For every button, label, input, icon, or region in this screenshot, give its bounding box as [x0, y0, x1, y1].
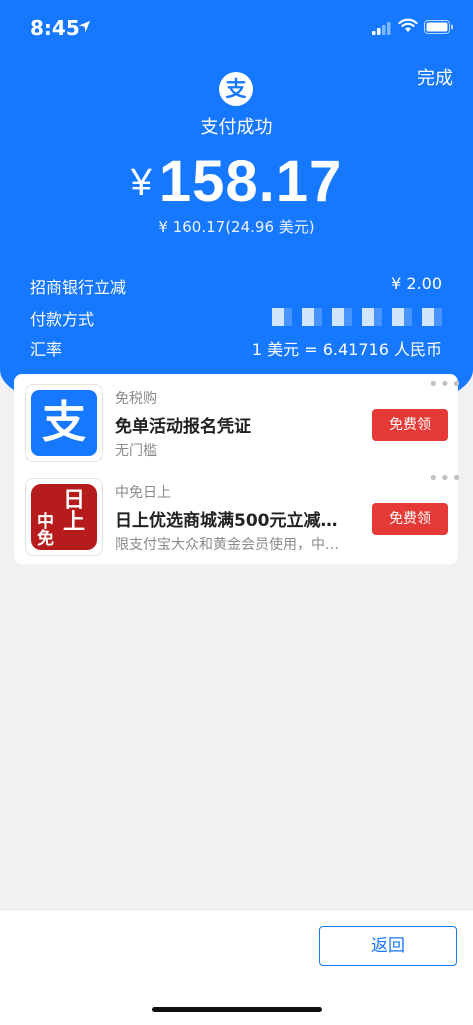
amount-value: 158.17: [158, 149, 343, 214]
promo-card: 支 免税购 免单活动报名凭证 无门槛 免费领 ••• 日上 中免 中免日上 日上…: [14, 374, 462, 564]
status-time: 8:45: [30, 16, 80, 40]
more-options-icon[interactable]: •••: [428, 468, 463, 489]
discount-label: 招商银行立减: [30, 278, 127, 297]
promo-desc: 限支付宝大众和黄金会员使用，中…: [115, 537, 339, 553]
more-options-icon[interactable]: •••: [428, 374, 463, 395]
exchange-rate-row: 汇率 1 美元 = 6.41716 人民币: [30, 336, 442, 360]
header-background: [0, 0, 473, 430]
alipay-icon: 支: [31, 390, 97, 456]
promo-title: 日上优选商城满500元立减…: [115, 511, 338, 531]
payment-method-redacted: [272, 308, 442, 326]
promo-item[interactable]: 日上 中免 中免日上 日上优选商城满500元立减… 限支付宝大众和黄金会员使用，…: [14, 468, 462, 556]
bottom-bar: 返回: [0, 909, 473, 1025]
seal-text-bottom: 中免: [37, 512, 54, 549]
payment-success-title: 支付成功: [200, 117, 273, 138]
return-button[interactable]: 返回: [319, 926, 457, 966]
original-amount: ¥ 160.17(24.96 美元): [158, 218, 315, 236]
battery-icon: [424, 20, 453, 34]
promo-item[interactable]: 支 免税购 免单活动报名凭证 无门槛 免费领 •••: [14, 374, 462, 462]
alipay-logo-icon: 支: [219, 72, 253, 106]
currency-symbol: ¥: [130, 162, 153, 204]
claim-free-button[interactable]: 免费领: [372, 409, 448, 441]
exchange-rate-label: 汇率: [30, 340, 63, 359]
promo-icon-frame: 日上 中免: [25, 478, 103, 556]
location-arrow-icon: [78, 20, 91, 33]
exchange-rate-value: 1 美元 = 6.41716 人民币: [251, 340, 442, 359]
seal-text-top: 日上: [63, 488, 86, 535]
promo-desc: 无门槛: [115, 443, 157, 459]
done-button[interactable]: 完成: [417, 64, 453, 90]
cdf-seal-icon: 日上 中免: [31, 484, 97, 550]
cellular-signal-icon: [372, 22, 391, 35]
home-indicator: [152, 1007, 322, 1012]
status-bar: 8:45: [0, 0, 473, 56]
discount-value: ¥ 2.00: [391, 274, 442, 293]
payment-method-row: 付款方式: [30, 306, 442, 330]
claim-free-button[interactable]: 免费领: [372, 503, 448, 535]
discount-row: 招商银行立减 ¥ 2.00: [30, 274, 442, 298]
wifi-icon: [398, 18, 418, 32]
promo-title: 免单活动报名凭证: [115, 417, 251, 437]
promo-brand: 免税购: [115, 391, 157, 407]
payment-amount: ¥158.17: [0, 148, 473, 215]
promo-brand: 中免日上: [115, 485, 171, 501]
promo-icon-frame: 支: [25, 384, 103, 462]
payment-method-label: 付款方式: [30, 310, 95, 329]
